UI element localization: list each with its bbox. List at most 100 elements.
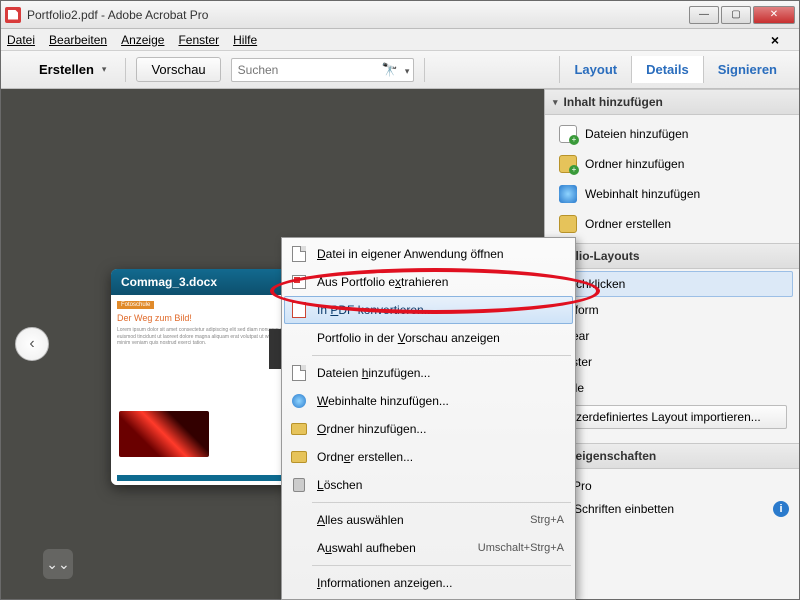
panel-header-props[interactable]: …eigenschaften [545,443,799,469]
context-menu-item[interactable]: Aus Portfolio extrahieren [284,268,573,296]
embed-fonts-label: Schriften einbetten [574,502,674,516]
tab-details[interactable]: Details [631,56,703,83]
context-menu-shortcut: Strg+A [530,514,564,526]
context-menu-separator [312,502,571,503]
import-layout-button[interactable]: …zerdefiniertes Layout importieren... [557,405,787,429]
info-icon[interactable]: i [773,501,789,517]
context-menu-separator [312,355,571,356]
context-menu-item[interactable]: Löschen [284,471,573,499]
context-menu-shortcut: Umschalt+Strg+A [478,542,564,554]
thumb-heading: Der Weg zum Bild! [117,313,305,323]
nav-prev-button[interactable]: ‹ [15,327,49,361]
tab-sign[interactable]: Signieren [703,56,791,83]
app-icon [5,7,21,23]
menu-hilfe[interactable]: Hilfe [233,33,257,47]
context-menu-label: Dateien hinzufügen... [317,366,564,380]
close-button[interactable]: ✕ [753,6,795,24]
context-menu-label: Aus Portfolio extrahieren [317,275,564,289]
menu-bearbeiten[interactable]: Bearbeiten [49,33,107,47]
context-menu-item[interactable]: Informationen anzeigen... [284,569,573,597]
search-dropdown[interactable] [398,62,414,77]
context-menu-item[interactable]: Webinhalte hinzufügen... [284,387,573,415]
add-folder-label: Ordner hinzufügen [585,157,684,171]
context-menu-item[interactable]: Ordner hinzufügen... [284,415,573,443]
layouts-list: …rchklicken …iform …ear …ster …lle …zerd… [545,269,799,443]
context-menu-item[interactable]: Alles auswählen Strg+A [284,506,573,534]
layout-item-wave[interactable]: …lle [551,375,793,401]
window-buttons: — ▢ ✕ [689,6,795,24]
context-menu-label: Datei in eigener Anwendung öffnen [317,247,564,261]
create-folder-item[interactable]: Ordner erstellen [545,209,799,239]
tab-layout[interactable]: Layout [559,56,631,83]
context-menu-label: Ordner hinzufügen... [317,422,564,436]
create-button[interactable]: Erstellen [9,57,115,83]
blank-icon [289,574,309,592]
panel-header-layouts[interactable]: …lio-Layouts [545,243,799,269]
pdf-icon [289,301,309,319]
create-folder-label: Ordner erstellen [585,217,671,231]
context-menu-label: Webinhalte hinzufügen... [317,394,564,408]
create-pdf-icon [18,62,34,78]
menu-fenster[interactable]: Fenster [178,33,219,47]
context-menu-item[interactable]: Portfolio in der Vorschau anzeigen [284,324,573,352]
context-menu-item[interactable]: Datei in eigener Anwendung öffnen [284,240,573,268]
add-folder-item[interactable]: Ordner hinzufügen [545,149,799,179]
preview-button[interactable]: Vorschau [136,57,220,82]
context-menu-label: Informationen anzeigen... [317,576,564,590]
panel-header-add-content[interactable]: Inhalt hinzufügen [545,89,799,115]
layouts-header-suffix: lio-Layouts [576,249,640,263]
context-menu-item[interactable]: Ordner erstellen... [284,443,573,471]
context-menu-item[interactable]: Dateien hinzufügen... [284,359,573,387]
stage-expand-button[interactable]: ⌄⌄ [43,549,73,579]
context-menu-label: Alles auswählen [317,513,522,527]
search-input[interactable] [232,63,382,77]
add-web-item[interactable]: Webinhalt hinzufügen [545,179,799,209]
context-menu-label: Ordner erstellen... [317,450,564,464]
toolbar: Erstellen Vorschau 🔭 Layout Details Sign… [1,51,799,89]
minimize-button[interactable]: — [689,6,719,24]
portfolio-remove-icon [289,273,309,291]
toolbar-separator [125,58,126,82]
right-panel: Inhalt hinzufügen Dateien hinzufügen Ord… [544,89,799,599]
layout-item-linear[interactable]: …ear [551,323,793,349]
globe-add-icon [559,185,577,203]
props-body: …Pro Schriften einbetten i [545,469,799,527]
thumb-tag: Fotoschule [117,301,154,309]
window-title: Portfolio2.pdf - Adobe Acrobat Pro [27,8,689,22]
folder-add-icon [289,420,309,438]
document-icon [289,245,309,263]
add-files-label: Dateien hinzufügen [585,127,688,141]
context-menu-item[interactable]: In PDF konvertieren... [284,296,573,324]
menubar: Datei Bearbeiten Anzeige Fenster Hilfe × [1,29,799,51]
blank-icon [289,539,309,557]
document-close-button[interactable]: × [771,32,779,48]
context-menu-label: Löschen [317,478,564,492]
layout-item-freeform[interactable]: …iform [551,297,793,323]
context-menu: Datei in eigener Anwendung öffnen Aus Por… [281,237,576,600]
folder-new-icon [289,448,309,466]
thumb-footer [117,475,305,481]
layout-item-clickthrough[interactable]: …rchklicken [551,271,793,297]
maximize-button[interactable]: ▢ [721,6,751,24]
right-tabs: Layout Details Signieren [559,56,791,83]
add-files-item[interactable]: Dateien hinzufügen [545,119,799,149]
folder-new-icon [559,215,577,233]
context-menu-label: In PDF konvertieren... [317,303,564,317]
folder-add-icon [559,155,577,173]
file-add-icon [559,125,577,143]
layout-item-grid[interactable]: …ster [551,349,793,375]
context-menu-separator [312,565,571,566]
context-menu-item[interactable]: Auswahl aufhebenUmschalt+Strg+A [284,534,573,562]
props-header-suffix: eigenschaften [576,449,657,463]
menu-anzeige[interactable]: Anzeige [121,33,164,47]
menu-datei[interactable]: Datei [7,33,35,47]
titlebar: Portfolio2.pdf - Adobe Acrobat Pro — ▢ ✕ [1,1,799,29]
globe-add-icon [289,392,309,410]
add-content-list: Dateien hinzufügen Ordner hinzufügen Web… [545,115,799,243]
preview-label: Vorschau [151,62,205,77]
context-menu-label: Portfolio in der Vorschau anzeigen [317,331,564,345]
search-box[interactable]: 🔭 [231,58,415,82]
blank-icon [289,329,309,347]
binoculars-icon[interactable]: 🔭 [382,62,398,78]
file-add-icon [289,364,309,382]
